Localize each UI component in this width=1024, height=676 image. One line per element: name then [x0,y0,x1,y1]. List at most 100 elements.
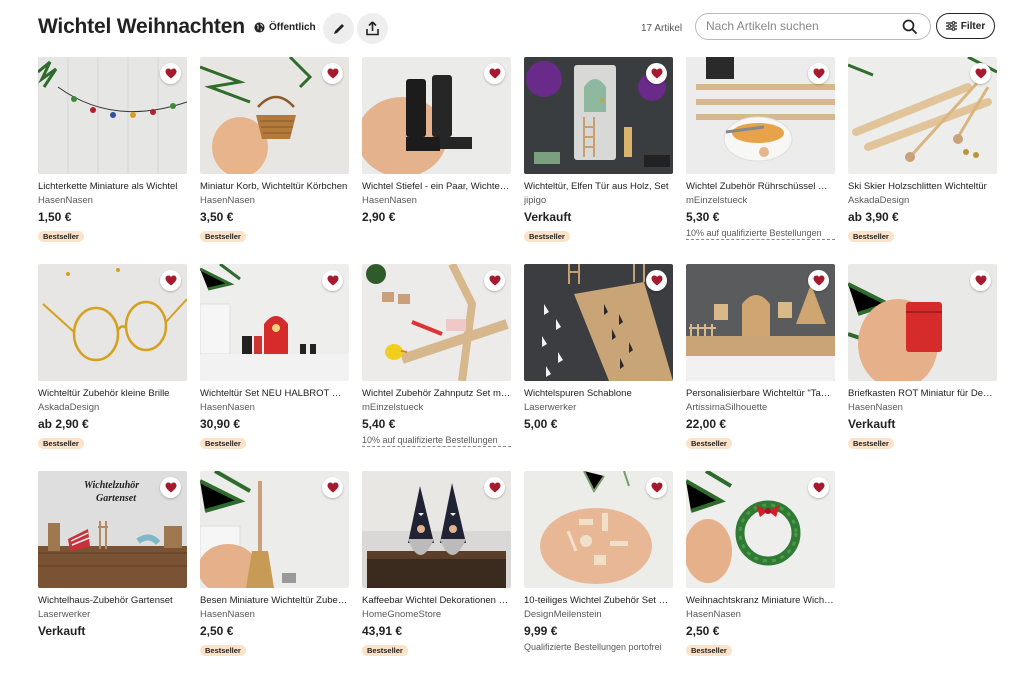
product-title[interactable]: Wichtelhaus-Zubehör Gartenset [38,595,187,606]
product-card[interactable]: Besen Miniature Wichteltür Zubehör Hasen… [200,471,349,671]
heart-icon [813,482,824,493]
product-title[interactable]: Ski Skier Holzschlitten Wichteltür [848,181,997,192]
search-input[interactable] [706,19,896,33]
share-button[interactable] [357,13,388,44]
product-card[interactable]: Wichtel Zubehör Rührschüssel mit Schneeb… [686,57,835,257]
favorite-button[interactable] [484,63,505,84]
product-title[interactable]: Besen Miniature Wichteltür Zubehör [200,595,349,606]
product-image[interactable] [362,471,511,588]
product-title[interactable]: Wichtel Stiefel - ein Paar, Wichtel Stie… [362,181,511,192]
heart-icon [327,482,338,493]
favorite-button[interactable] [808,63,829,84]
product-image[interactable] [524,264,673,381]
shop-name[interactable]: AskadaDesign [848,195,909,206]
product-image[interactable] [524,57,673,174]
shop-name[interactable]: AskadaDesign [38,402,99,413]
shop-name[interactable]: HasenNasen [200,402,255,413]
product-image[interactable] [848,264,997,381]
shop-name[interactable]: mEinzelstueck [686,195,747,206]
product-image[interactable] [200,57,349,174]
product-title[interactable]: Wichteltür Zubehör kleine Brille [38,388,187,399]
product-card[interactable]: Miniatur Korb, Wichteltür Körbchen Hasen… [200,57,349,257]
shop-name[interactable]: jipigo [524,195,546,206]
product-card[interactable]: Wichteltür Zubehör kleine Brille AskadaD… [38,264,187,464]
product-card[interactable]: Weihnachtskranz Miniature Wichteltür Has… [686,471,835,671]
favorite-button[interactable] [484,477,505,498]
favorite-button[interactable] [646,63,667,84]
product-title[interactable]: Briefkasten ROT Miniatur für Den Wichtel [848,388,997,399]
product-image[interactable] [38,57,187,174]
shop-name[interactable]: HasenNasen [200,609,255,620]
product-title[interactable]: Weihnachtskranz Miniature Wichteltür [686,595,835,606]
product-card[interactable]: Kaffeebar Wichtel Dekorationen Set HomeG… [362,471,511,671]
product-image[interactable] [362,264,511,381]
product-title[interactable]: 10-teiliges Wichtel Zubehör Set Holz [524,595,673,606]
product-image[interactable] [200,471,349,588]
product-card[interactable]: Ski Skier Holzschlitten Wichteltür Askad… [848,57,997,257]
shop-name[interactable]: HasenNasen [362,195,417,206]
discount-note[interactable]: 10% auf qualifizierte Bestellungen [362,435,511,447]
product-card[interactable]: Wichtel Stiefel - ein Paar, Wichtel Stie… [362,57,511,257]
product-card[interactable]: Wichteltür Set NEU HALBROT mit Zubehör H… [200,264,349,464]
edit-collection-button[interactable] [323,13,354,44]
shop-name[interactable]: HasenNasen [848,402,903,413]
shop-name[interactable]: HasenNasen [200,195,255,206]
shop-name[interactable]: HomeGnomeStore [362,609,441,620]
favorite-button[interactable] [970,270,991,291]
product-title[interactable]: Personalisierbare Wichteltür "Tannenbaum… [686,388,835,399]
product-title[interactable]: Lichterkette Miniature als Wichtel [38,181,187,192]
favorite-button[interactable] [160,63,181,84]
product-card[interactable]: Personalisierbare Wichteltür "Tannenbaum… [686,264,835,464]
product-image[interactable] [200,264,349,381]
heart-icon [651,68,662,79]
shop-name[interactable]: HasenNasen [38,195,93,206]
product-image[interactable]: Wichtelzuhör Gartenset [38,471,187,588]
shop-name[interactable]: mEinzelstueck [362,402,423,413]
favorite-button[interactable] [484,270,505,291]
favorite-button[interactable] [646,477,667,498]
discount-note[interactable]: 10% auf qualifizierte Bestellungen [686,228,835,240]
favorite-button[interactable] [160,270,181,291]
product-image[interactable] [686,57,835,174]
heart-icon [813,68,824,79]
product-card[interactable]: Wichtelspuren Schablone Laserwerker 5,00… [524,264,673,464]
product-card[interactable]: Wichtel Zubehör Zahnputz Set mit Bank mE… [362,264,511,464]
search-box[interactable] [695,13,931,40]
product-title[interactable]: Wichtel Zubehör Zahnputz Set mit Bank [362,388,511,399]
product-title[interactable]: Miniatur Korb, Wichteltür Körbchen [200,181,349,192]
shop-name[interactable]: HasenNasen [686,609,741,620]
favorite-button[interactable] [646,270,667,291]
shop-name[interactable]: DesignMeilenstein [524,609,602,620]
heart-icon [975,275,986,286]
favorite-button[interactable] [322,477,343,498]
product-image[interactable] [848,57,997,174]
favorite-button[interactable] [160,477,181,498]
shop-name[interactable]: ArtissimaSilhouette [686,402,767,413]
product-card[interactable]: Wichteltür, Elfen Tür aus Holz, Set jipi… [524,57,673,257]
product-image[interactable] [686,264,835,381]
product-image[interactable] [524,471,673,588]
search-icon[interactable] [902,19,918,35]
product-image[interactable] [686,471,835,588]
favorite-button[interactable] [808,270,829,291]
product-title[interactable]: Wichtelspuren Schablone [524,388,673,399]
product-title[interactable]: Wichtel Zubehör Rührschüssel mit Schneeb… [686,181,835,192]
product-card[interactable]: Briefkasten ROT Miniatur für Den Wichtel… [848,264,997,464]
product-card[interactable]: 10-teiliges Wichtel Zubehör Set Holz Des… [524,471,673,671]
shop-name[interactable]: Laserwerker [38,609,90,620]
product-card[interactable]: Wichtelzuhör Gartenset Wichtelhaus-Zubeh… [38,471,187,671]
product-title[interactable]: Kaffeebar Wichtel Dekorationen Set [362,595,511,606]
filter-button[interactable]: Filter [936,13,995,39]
favorite-button[interactable] [322,63,343,84]
visibility-status[interactable]: Öffentlich [254,22,316,33]
favorite-button[interactable] [970,63,991,84]
shop-name[interactable]: Laserwerker [524,402,576,413]
product-image[interactable] [38,264,187,381]
favorite-button[interactable] [322,270,343,291]
product-price: 2,90 € [362,210,396,224]
product-title[interactable]: Wichteltür, Elfen Tür aus Holz, Set [524,181,673,192]
product-image[interactable] [362,57,511,174]
favorite-button[interactable] [808,477,829,498]
product-title[interactable]: Wichteltür Set NEU HALBROT mit Zubehör [200,388,349,399]
product-card[interactable]: Lichterkette Miniature als Wichtel Hasen… [38,57,187,257]
